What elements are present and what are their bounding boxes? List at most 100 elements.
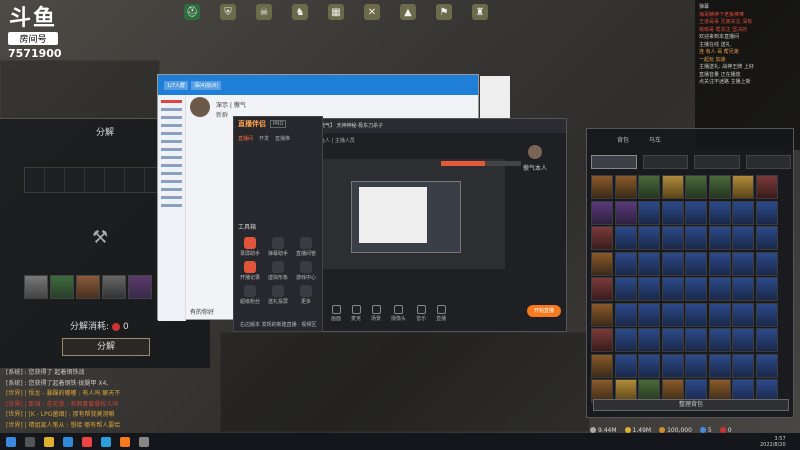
backpack-item-slot[interactable]	[661, 353, 684, 378]
folder-icon[interactable]	[44, 436, 54, 447]
backpack-item-slot[interactable]	[614, 251, 637, 276]
backpack-item-slot[interactable]	[591, 277, 613, 301]
backpack-item-slot[interactable]	[732, 175, 754, 199]
backpack-item-slot[interactable]	[708, 251, 731, 276]
scene-button[interactable]: 画面	[331, 304, 341, 322]
backpack-item-slot[interactable]	[708, 353, 731, 378]
backpack-item-slot[interactable]	[614, 226, 637, 250]
tool-item[interactable]: 开播记录	[238, 261, 262, 281]
decompose-button[interactable]: 分解	[62, 338, 150, 356]
backpack-item-slot[interactable]	[732, 277, 754, 301]
backpack-item-slot[interactable]	[755, 226, 778, 250]
backpack-item-slot[interactable]	[732, 328, 754, 352]
backpack-item-slot[interactable]	[591, 226, 613, 250]
skull-icon[interactable]: ☠	[256, 4, 272, 20]
backpack-item-slot[interactable]	[614, 302, 637, 327]
backpack-item-slot[interactable]	[614, 353, 637, 378]
flag-icon[interactable]: ⚑	[436, 4, 452, 20]
backpack-item-slot[interactable]	[591, 251, 613, 276]
item-slot[interactable]	[76, 275, 100, 299]
qq-icon[interactable]	[101, 436, 111, 447]
tool-item[interactable]: 虚拟形象	[266, 261, 290, 281]
backpack-item-slot[interactable]	[685, 251, 707, 276]
sort-backpack-button[interactable]: 整理背包	[593, 399, 789, 411]
tab-push[interactable]: 直播推	[275, 135, 290, 142]
windows-start-icon[interactable]	[6, 436, 16, 447]
backpack-item-slot[interactable]	[685, 277, 707, 301]
tab-cart[interactable]: 马车	[649, 135, 661, 144]
backpack-item-slot[interactable]	[755, 175, 778, 199]
filter-weapon[interactable]	[642, 155, 688, 169]
live-companion-icon[interactable]	[120, 436, 130, 447]
qq-tab[interactable]: 1/7人群	[164, 80, 189, 90]
tool-item[interactable]: 直播间管	[294, 237, 318, 257]
item-slot[interactable]	[24, 275, 48, 299]
backpack-item-slot[interactable]	[708, 226, 731, 250]
item-slot[interactable]	[102, 275, 126, 299]
browser-icon[interactable]	[63, 436, 73, 447]
backpack-item-slot[interactable]	[685, 175, 707, 199]
music-button[interactable]: 音乐	[416, 304, 426, 322]
source-button[interactable]: 场景	[371, 304, 381, 322]
avatar[interactable]	[190, 97, 210, 117]
backpack-item-slot[interactable]	[661, 200, 684, 225]
backpack-item-slot[interactable]	[708, 200, 731, 225]
shield-icon[interactable]: ⛨	[220, 4, 236, 20]
backpack-item-slot[interactable]	[591, 353, 613, 378]
backpack-item-slot[interactable]	[755, 277, 778, 301]
filter-all[interactable]	[591, 155, 637, 169]
game-icon[interactable]	[139, 436, 149, 447]
backpack-item-slot[interactable]	[685, 200, 707, 225]
backpack-item-slot[interactable]	[591, 328, 613, 352]
backpack-item-slot[interactable]	[755, 251, 778, 276]
tool-item[interactable]: 游戏中心	[294, 261, 318, 281]
backpack-item-slot[interactable]	[685, 302, 707, 327]
tool-item[interactable]: 录屏助手	[238, 237, 262, 257]
host-avatar[interactable]	[528, 145, 542, 159]
backpack-item-slot[interactable]	[732, 251, 754, 276]
backpack-item-slot[interactable]	[638, 328, 660, 352]
backpack-item-slot[interactable]	[685, 328, 707, 352]
backpack-item-slot[interactable]	[614, 175, 637, 199]
backpack-item-slot[interactable]	[661, 175, 684, 199]
backpack-item-slot[interactable]	[638, 251, 660, 276]
backpack-item-slot[interactable]	[638, 353, 660, 378]
search-icon[interactable]	[25, 436, 35, 447]
backpack-item-slot[interactable]	[708, 277, 731, 301]
backpack-item-slot[interactable]	[591, 175, 613, 199]
qq-tab[interactable]: 深(4)前(6)	[191, 80, 222, 90]
mic-button[interactable]: 麦克	[351, 304, 361, 322]
backpack-item-slot[interactable]	[755, 353, 778, 378]
backpack-item-slot[interactable]	[732, 226, 754, 250]
backpack-item-slot[interactable]	[661, 277, 684, 301]
tab-backpack[interactable]: 背包	[617, 135, 629, 144]
tab-dev[interactable]: 开发	[259, 135, 269, 142]
backpack-item-slot[interactable]	[614, 200, 637, 225]
backpack-item-slot[interactable]	[755, 328, 778, 352]
backpack-item-slot[interactable]	[661, 328, 684, 352]
tab-live-room[interactable]: 直播间	[238, 135, 253, 142]
item-slot[interactable]	[50, 275, 74, 299]
item-slot[interactable]	[128, 275, 152, 299]
filter-armor[interactable]	[694, 155, 740, 169]
backpack-item-slot[interactable]	[685, 226, 707, 250]
backpack-item-slot[interactable]	[661, 226, 684, 250]
backpack-item-slot[interactable]	[638, 302, 660, 327]
backpack-item-slot[interactable]	[755, 302, 778, 327]
backpack-item-slot[interactable]	[732, 200, 754, 225]
map-icon[interactable]: ▦	[328, 4, 344, 20]
backpack-item-slot[interactable]	[638, 226, 660, 250]
crossed-axes-icon[interactable]: ✕	[364, 4, 380, 20]
backpack-item-slot[interactable]	[708, 302, 731, 327]
backpack-item-slot[interactable]	[685, 353, 707, 378]
tool-item[interactable]: 送礼投屏	[266, 285, 290, 305]
backpack-item-slot[interactable]	[755, 200, 778, 225]
horse-icon[interactable]: ♞	[292, 4, 308, 20]
app-icon[interactable]	[82, 436, 92, 447]
tent-icon[interactable]: ▲	[400, 4, 416, 20]
backpack-item-slot[interactable]	[614, 277, 637, 301]
tool-item[interactable]: 超级粉丝	[238, 285, 262, 305]
backpack-item-slot[interactable]	[638, 175, 660, 199]
backpack-item-slot[interactable]	[661, 251, 684, 276]
tool-item[interactable]: 更多	[294, 285, 318, 305]
